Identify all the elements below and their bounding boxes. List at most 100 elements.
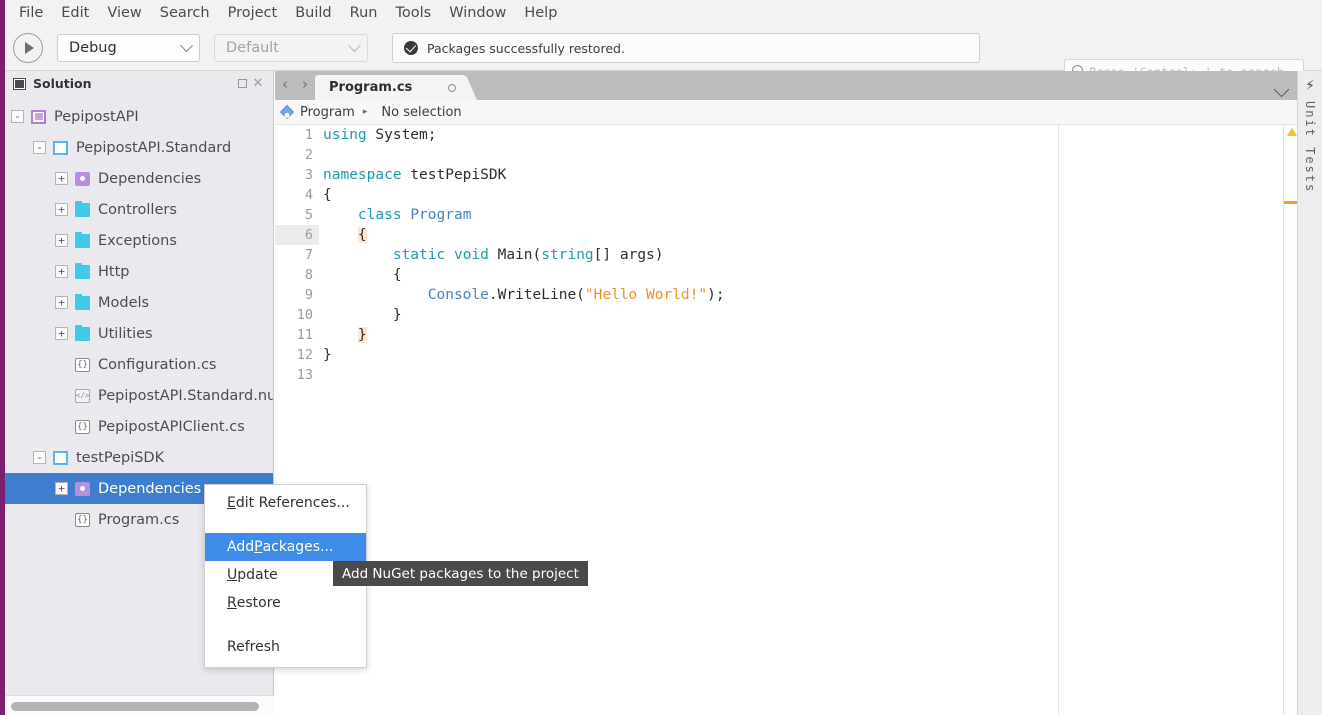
menu-item-help[interactable]: Help	[515, 2, 566, 24]
line-text: class Program	[357, 207, 472, 223]
toggle-spacer	[55, 420, 68, 433]
maximize-pad-button[interactable]	[234, 76, 250, 92]
code-line[interactable]: 11 }	[275, 325, 1297, 345]
menu-item-file[interactable]: File	[10, 2, 52, 24]
line-number: 13	[296, 367, 313, 383]
fold-column-divider	[1058, 125, 1059, 715]
nav-back-button[interactable]: ‹	[275, 71, 295, 100]
expand-toggle-icon[interactable]: +	[55, 327, 68, 340]
code-line[interactable]: 10 }	[275, 305, 1297, 325]
menu-item-run[interactable]: Run	[341, 2, 387, 24]
expand-toggle-icon[interactable]: +	[55, 482, 68, 495]
change-marker[interactable]	[1284, 201, 1298, 204]
line-text: Console.WriteLine("Hello World!");	[427, 287, 725, 303]
code-line[interactable]: 6 {	[275, 225, 1297, 245]
code-line[interactable]: 9 Console.WriteLine("Hello World!");	[275, 285, 1297, 305]
csharp-file-icon: {}	[75, 357, 90, 372]
tree-item-controllers[interactable]: + Controllers	[5, 194, 273, 225]
code-line[interactable]: 7 static void Main(string[] args)	[275, 245, 1297, 265]
expand-toggle-icon[interactable]: +	[55, 172, 68, 185]
project-icon	[53, 450, 68, 465]
code-line[interactable]: 1 using System;	[275, 125, 1297, 145]
expand-toggle-icon[interactable]: +	[55, 234, 68, 247]
menu-item-view[interactable]: View	[98, 2, 150, 24]
line-text: }	[323, 347, 332, 363]
context-menu-item-refresh[interactable]: Refresh	[205, 633, 366, 661]
tree-item-models[interactable]: + Models	[5, 287, 273, 318]
context-menu-separator	[205, 517, 366, 533]
tree-item-testpepisdk[interactable]: - testPepiSDK	[5, 442, 273, 473]
tab-label: Program.cs	[329, 80, 413, 95]
line-text: {	[323, 187, 332, 203]
tree-item-configuration-cs[interactable]: {} Configuration.cs	[5, 349, 273, 380]
expand-toggle-icon[interactable]: +	[55, 296, 68, 309]
line-number: 8	[304, 267, 313, 283]
tab-list-dropdown-icon[interactable]	[1273, 81, 1290, 98]
expand-toggle-icon[interactable]: +	[55, 265, 68, 278]
tree-item-utilities[interactable]: + Utilities	[5, 318, 273, 349]
tree-item-pepipostapi[interactable]: - PepipostAPI	[5, 101, 273, 132]
menu-item-search[interactable]: Search	[151, 2, 219, 24]
tab-program-cs[interactable]: Program.cs	[315, 75, 478, 100]
tree-item-label: PepipostAPI.Standard.nuspe	[98, 387, 273, 404]
context-menu-item-edit-references[interactable]: Edit References...	[205, 489, 366, 517]
platform-dropdown[interactable]: Default	[214, 34, 368, 62]
tab-close-button[interactable]	[448, 83, 457, 92]
editor-area: ‹ › Program.cs Program ▸ No selection 1u…	[275, 71, 1298, 715]
unit-tests-pad[interactable]: ⚡ Unit Tests	[1297, 71, 1322, 715]
line-text: static void Main(string[] args)	[392, 247, 664, 263]
success-check-icon	[404, 41, 418, 55]
scroll-overview-bar[interactable]	[1283, 125, 1298, 715]
menu-item-window[interactable]: Window	[440, 2, 515, 24]
menu-item-edit[interactable]: Edit	[52, 2, 98, 24]
collapse-toggle-icon[interactable]: -	[33, 451, 46, 464]
tree-item-pepipostapiclient-cs[interactable]: {} PepipostAPIClient.cs	[5, 411, 273, 442]
chevron-down-icon	[180, 38, 193, 52]
nav-forward-button[interactable]: ›	[295, 71, 315, 100]
line-number: 10	[296, 307, 313, 323]
close-pad-button[interactable]: ✕	[250, 76, 266, 92]
menu-items-container: File Edit View Search Project Build Run Tools Wi…	[10, 2, 566, 24]
tree-item-http[interactable]: + Http	[5, 256, 273, 287]
scrollbar-thumb[interactable]	[11, 702, 259, 711]
configuration-dropdown[interactable]: Debug	[57, 34, 200, 62]
run-button[interactable]	[13, 33, 43, 63]
tooltip: Add NuGet packages to the project	[333, 561, 588, 586]
line-text: }	[323, 307, 402, 323]
editor-tab-bar: ‹ › Program.cs	[275, 71, 1297, 100]
code-line[interactable]: 4{	[275, 185, 1297, 205]
menu-item-project[interactable]: Project	[219, 2, 287, 24]
expand-toggle-icon[interactable]: +	[55, 203, 68, 216]
code-line[interactable]: 2	[275, 145, 1297, 165]
breadcrumb-class[interactable]: Program	[300, 105, 355, 120]
status-bar[interactable]: Packages successfully restored.	[392, 33, 980, 63]
context-menu-item-add-packages[interactable]: Add Packages...	[205, 533, 366, 561]
tree-item-label: Controllers	[98, 201, 177, 218]
warning-marker-icon[interactable]	[1287, 128, 1297, 136]
collapse-toggle-icon[interactable]: -	[11, 110, 24, 123]
csharp-file-icon: {}	[75, 419, 90, 434]
tree-item-pepipostapi-standard-nuspe[interactable]: </> PepipostAPI.Standard.nuspe	[5, 380, 273, 411]
breadcrumb-member[interactable]: No selection	[381, 105, 461, 120]
code-line[interactable]: 13	[275, 365, 1297, 385]
project-icon	[53, 140, 68, 155]
code-editor[interactable]: 1 using System; 2 3 namespace testPepiSDK 4{5…	[275, 125, 1297, 715]
code-line[interactable]: 12}	[275, 345, 1297, 365]
menu-item-build[interactable]: Build	[286, 2, 340, 24]
solution-pad-icon	[13, 77, 26, 90]
context-menu-item-restore[interactable]: Restore	[205, 589, 366, 617]
code-line[interactable]: 3 namespace testPepiSDK	[275, 165, 1297, 185]
collapse-toggle-icon[interactable]: -	[33, 141, 46, 154]
code-line[interactable]: 5 class Program	[275, 205, 1297, 225]
code-line[interactable]: 8 {	[275, 265, 1297, 285]
tree-item-label: Http	[98, 263, 130, 280]
dependencies-icon	[75, 481, 90, 496]
solution-horizontal-scrollbar[interactable]	[5, 695, 274, 715]
tree-item-label: PepipostAPI	[54, 108, 139, 125]
tree-item-pepipostapi-standard[interactable]: - PepipostAPI.Standard	[5, 132, 273, 163]
play-icon	[25, 42, 34, 54]
menu-bar: File Edit View Search Project Build Run Tools Wi…	[0, 0, 1322, 26]
tree-item-exceptions[interactable]: + Exceptions	[5, 225, 273, 256]
tree-item-dependencies[interactable]: + Dependencies	[5, 163, 273, 194]
menu-item-tools[interactable]: Tools	[386, 2, 440, 24]
